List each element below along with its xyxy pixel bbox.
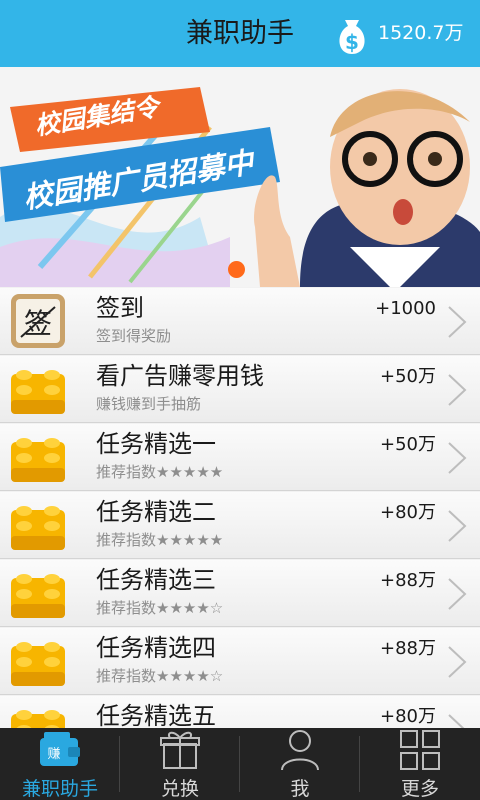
list-item-name: 任务精选二 <box>96 498 216 526</box>
chevron-right-icon <box>448 442 467 474</box>
chevron-right-icon <box>448 646 467 678</box>
list-item-subtitle: 推荐指数★★★★★ <box>96 463 224 481</box>
list-item-name: 看广告赚零用钱 <box>96 362 264 390</box>
banner-page-indicator <box>228 261 245 278</box>
lego-brick-icon <box>11 506 65 550</box>
tab-me[interactable]: 我 <box>240 728 360 800</box>
chevron-right-icon <box>448 578 467 610</box>
list-item-name: 任务精选五 <box>96 702 216 728</box>
list-item-name: 签到 <box>96 294 144 322</box>
list-item-reward: +88万 <box>380 570 436 591</box>
lego-brick-icon <box>11 438 65 482</box>
svg-text:签: 签 <box>24 307 52 340</box>
chevron-right-icon <box>448 510 467 542</box>
checkin-icon: 签 <box>11 294 65 348</box>
list-item-task-4[interactable]: 任务精选四 推荐指数★★★★☆ +88万 <box>0 628 480 695</box>
list-item-task-3[interactable]: 任务精选三 推荐指数★★★★☆ +88万 <box>0 560 480 627</box>
list-item-reward: +50万 <box>380 366 436 387</box>
chevron-right-icon <box>448 306 467 338</box>
lego-brick-icon <box>11 642 65 686</box>
lego-brick-icon <box>11 370 65 414</box>
gift-icon <box>160 731 200 769</box>
person-icon <box>281 730 319 771</box>
svg-text:$: $ <box>345 30 359 54</box>
list-item-reward: +80万 <box>380 502 436 523</box>
lego-brick-icon <box>11 574 65 618</box>
list-item-subtitle: 赚钱赚到手抽筋 <box>96 395 202 413</box>
list-item-reward: +50万 <box>380 434 436 455</box>
list-item-reward: +88万 <box>380 638 436 659</box>
chevron-right-icon <box>448 374 467 406</box>
balance-value: 1520.7万 <box>378 22 464 44</box>
list-item-name: 任务精选三 <box>96 566 216 594</box>
grid-icon <box>400 730 440 770</box>
list-item-reward: +80万 <box>380 706 436 727</box>
list-item-subtitle: 推荐指数★★★★☆ <box>96 599 224 617</box>
svg-text:赚: 赚 <box>47 746 60 762</box>
list-item-checkin[interactable]: 签 签到 签到得奖励 +1000 <box>0 288 480 355</box>
list-item-subtitle: 推荐指数★★★★★ <box>96 531 224 549</box>
tab-more[interactable]: 更多 <box>360 728 480 800</box>
list-item-reward: +1000 <box>375 298 436 319</box>
list-item-task-5[interactable]: 任务精选五 +80万 <box>0 696 480 728</box>
list-item-name: 任务精选一 <box>96 430 216 458</box>
money-bag-icon[interactable]: $ <box>332 14 372 56</box>
list-item-task-1[interactable]: 任务精选一 推荐指数★★★★★ +50万 <box>0 424 480 491</box>
tab-label: 更多 <box>400 778 439 800</box>
bottom-tab-bar: 赚 兼职助手 兑换 我 更多 <box>0 728 480 800</box>
promo-banner[interactable]: 校园集结令 校园推广员招募中 <box>0 67 480 287</box>
list-item-subtitle: 签到得奖励 <box>96 327 172 345</box>
tab-home[interactable]: 赚 兼职助手 <box>0 728 120 800</box>
tab-label: 兑换 <box>160 778 199 800</box>
tab-label: 我 <box>290 778 310 800</box>
chevron-right-icon <box>448 714 465 728</box>
list-item-task-2[interactable]: 任务精选二 推荐指数★★★★★ +80万 <box>0 492 480 559</box>
list-item-subtitle: 推荐指数★★★★☆ <box>96 667 224 685</box>
list-item-name: 任务精选四 <box>96 634 216 662</box>
tab-label: 兼职助手 <box>21 778 98 800</box>
lego-brick-icon <box>11 710 65 728</box>
wallet-icon: 赚 <box>40 732 80 766</box>
list-item-ads[interactable]: 看广告赚零用钱 赚钱赚到手抽筋 +50万 <box>0 356 480 423</box>
tab-exchange[interactable]: 兑换 <box>120 728 240 800</box>
task-list: 签 签到 签到得奖励 +1000 看广告赚零用钱 赚钱赚到手抽筋 +50万 任务… <box>0 288 480 728</box>
app-header: 兼职助手 $ 1520.7万 <box>0 0 480 67</box>
